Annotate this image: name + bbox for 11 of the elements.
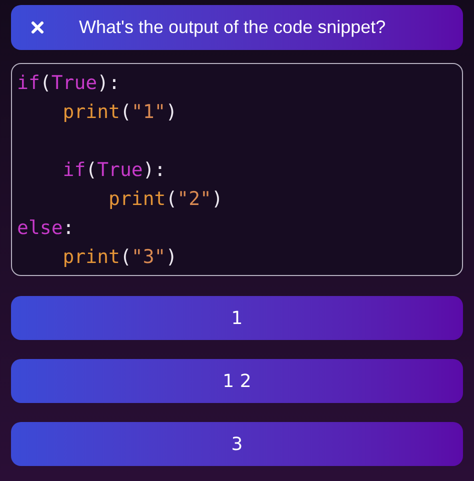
code-line: print("1") — [62, 100, 178, 125]
close-icon[interactable] — [31, 21, 44, 34]
question-title: What's the output of the code snippet? — [79, 16, 386, 39]
code-line: if(True): — [62, 158, 166, 183]
code-line: else: — [17, 216, 74, 241]
code-line: if(True): — [17, 71, 120, 96]
answer-button[interactable]: 1 2 — [11, 359, 463, 403]
answer-button[interactable]: 3 — [11, 422, 463, 466]
answer-button[interactable]: 1 — [11, 296, 463, 340]
code-line: print("2") — [108, 187, 223, 212]
code-line: print("3") — [62, 245, 178, 270]
